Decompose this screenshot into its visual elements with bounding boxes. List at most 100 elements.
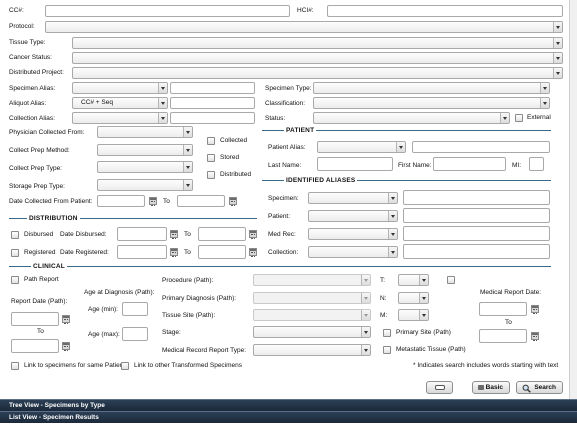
calendar-icon[interactable] xyxy=(531,305,539,314)
date-registered-from-input[interactable] xyxy=(117,245,167,259)
tree-view-title: Tree View - Specimens by Type xyxy=(9,402,105,409)
link-same-patient-checkbox[interactable] xyxy=(11,362,19,370)
t-select[interactable] xyxy=(398,274,429,286)
specimen-alias-input[interactable] xyxy=(170,82,255,94)
last-name-input[interactable] xyxy=(317,157,393,171)
prep-type-select[interactable] xyxy=(97,161,193,173)
age-max-label: Age (max): xyxy=(88,331,120,338)
registered-checkbox[interactable] xyxy=(11,249,19,257)
stage-select[interactable] xyxy=(253,326,371,338)
first-name-label: First Name: xyxy=(398,162,432,169)
cancer-status-label: Cancer Status: xyxy=(9,54,52,61)
list-view-panel-header[interactable]: List View - Specimen Results xyxy=(0,411,577,423)
calendar-icon[interactable] xyxy=(249,230,257,239)
date-collected-from-input[interactable] xyxy=(97,195,145,207)
identified-patient-input[interactable] xyxy=(403,208,550,223)
n-select[interactable] xyxy=(398,292,429,304)
identified-specimen-label: Specimen: xyxy=(268,195,299,202)
date-registered-to-input[interactable] xyxy=(198,245,246,259)
path-report-checkbox[interactable] xyxy=(11,276,19,284)
calendar-icon[interactable] xyxy=(170,248,178,257)
medical-report-date-from-input[interactable] xyxy=(479,302,527,316)
cc-input[interactable] xyxy=(45,5,290,17)
external-checkbox[interactable] xyxy=(515,114,523,122)
distributed-project-select[interactable] xyxy=(72,67,563,79)
link-transformed-checkbox[interactable] xyxy=(121,362,129,370)
primary-diagnosis-select[interactable] xyxy=(253,292,371,304)
stored-checkbox[interactable] xyxy=(207,154,215,162)
link-transformed-label: Link to other Transformed Specimens xyxy=(134,362,243,369)
last-name-label: Last Name: xyxy=(268,162,302,169)
med-rec-label: Med Rec: xyxy=(268,231,296,238)
collection-alias-input[interactable] xyxy=(170,112,255,124)
registered-label: Registered xyxy=(24,249,56,256)
date-collected-to-input[interactable] xyxy=(177,195,225,207)
clear-button[interactable] xyxy=(426,381,453,394)
identified-section-title: IDENTIFIED ALIASES xyxy=(284,176,358,185)
calendar-icon[interactable] xyxy=(149,197,157,206)
storage-prep-select[interactable] xyxy=(97,179,193,191)
stage-label: Stage: xyxy=(162,329,181,336)
physician-select[interactable] xyxy=(97,126,193,138)
med-rec-input[interactable] xyxy=(403,226,550,241)
tissue-type-select[interactable] xyxy=(72,37,563,49)
chevron-down-icon xyxy=(388,193,397,203)
calendar-icon[interactable] xyxy=(62,342,70,351)
first-name-input[interactable] xyxy=(433,157,506,171)
metastatic-checkbox[interactable] xyxy=(383,346,391,354)
patient-alias-input[interactable] xyxy=(412,141,550,153)
classification-select[interactable] xyxy=(313,97,550,109)
chevron-down-icon xyxy=(419,275,428,285)
specimen-type-select[interactable] xyxy=(313,82,550,94)
search-button[interactable]: Search xyxy=(516,381,563,394)
calendar-icon[interactable] xyxy=(62,315,70,324)
identified-specimen-select[interactable] xyxy=(308,192,398,204)
status-select[interactable] xyxy=(313,112,510,124)
primary-site-checkbox[interactable] xyxy=(383,329,391,337)
identified-collection-input[interactable] xyxy=(403,244,550,259)
tissue-site-select[interactable] xyxy=(253,309,371,321)
age-min-input[interactable] xyxy=(122,302,148,316)
procedure-select[interactable] xyxy=(253,274,371,286)
collection-alias-select[interactable] xyxy=(72,112,168,124)
calendar-icon[interactable] xyxy=(229,197,237,206)
identified-patient-select[interactable] xyxy=(308,210,398,222)
aliquot-alias-select[interactable]: CC# + Seq xyxy=(72,97,168,109)
report-date-from-input[interactable] xyxy=(11,312,59,326)
age-max-input[interactable] xyxy=(122,327,148,341)
identified-specimen-input[interactable] xyxy=(403,190,550,205)
date-disbursed-from-input[interactable] xyxy=(117,227,167,241)
vertical-scrollbar[interactable] xyxy=(569,0,577,400)
patient-alias-select[interactable] xyxy=(317,141,406,153)
mi-input[interactable] xyxy=(529,157,544,171)
protocol-select[interactable] xyxy=(45,21,563,33)
chevron-down-icon xyxy=(540,83,549,93)
report-date-to-input[interactable] xyxy=(11,339,59,353)
tree-view-panel-header[interactable]: Tree View - Specimens by Type xyxy=(0,399,577,411)
identified-collection-select[interactable] xyxy=(308,246,398,258)
calendar-icon[interactable] xyxy=(531,332,539,341)
medical-record-type-select[interactable] xyxy=(253,344,371,356)
prep-method-select[interactable] xyxy=(97,144,193,156)
search-button-label: Search xyxy=(534,384,556,391)
aliquot-alias-input[interactable] xyxy=(170,97,255,109)
hci-input[interactable] xyxy=(327,5,563,17)
specimen-alias-select[interactable] xyxy=(72,82,168,94)
chevron-down-icon xyxy=(361,345,370,355)
chevron-down-icon xyxy=(183,180,192,190)
m-select[interactable] xyxy=(398,309,429,321)
stored-label: Stored xyxy=(220,154,240,161)
date-collected-to-label: To xyxy=(163,198,170,205)
cancer-status-select[interactable] xyxy=(72,52,563,64)
med-rec-select[interactable] xyxy=(308,228,398,240)
disbursed-checkbox[interactable] xyxy=(11,231,19,239)
medical-report-checkbox[interactable] xyxy=(447,276,455,284)
collected-checkbox[interactable] xyxy=(207,137,215,145)
basic-button[interactable]: Basic xyxy=(472,381,510,394)
medical-report-date-to-input[interactable] xyxy=(479,329,527,343)
distributed-checkbox[interactable] xyxy=(207,171,215,179)
metastatic-label: Metastatic Tissue (Path) xyxy=(396,346,466,353)
calendar-icon[interactable] xyxy=(170,230,178,239)
date-disbursed-to-input[interactable] xyxy=(198,227,246,241)
calendar-icon[interactable] xyxy=(249,248,257,257)
